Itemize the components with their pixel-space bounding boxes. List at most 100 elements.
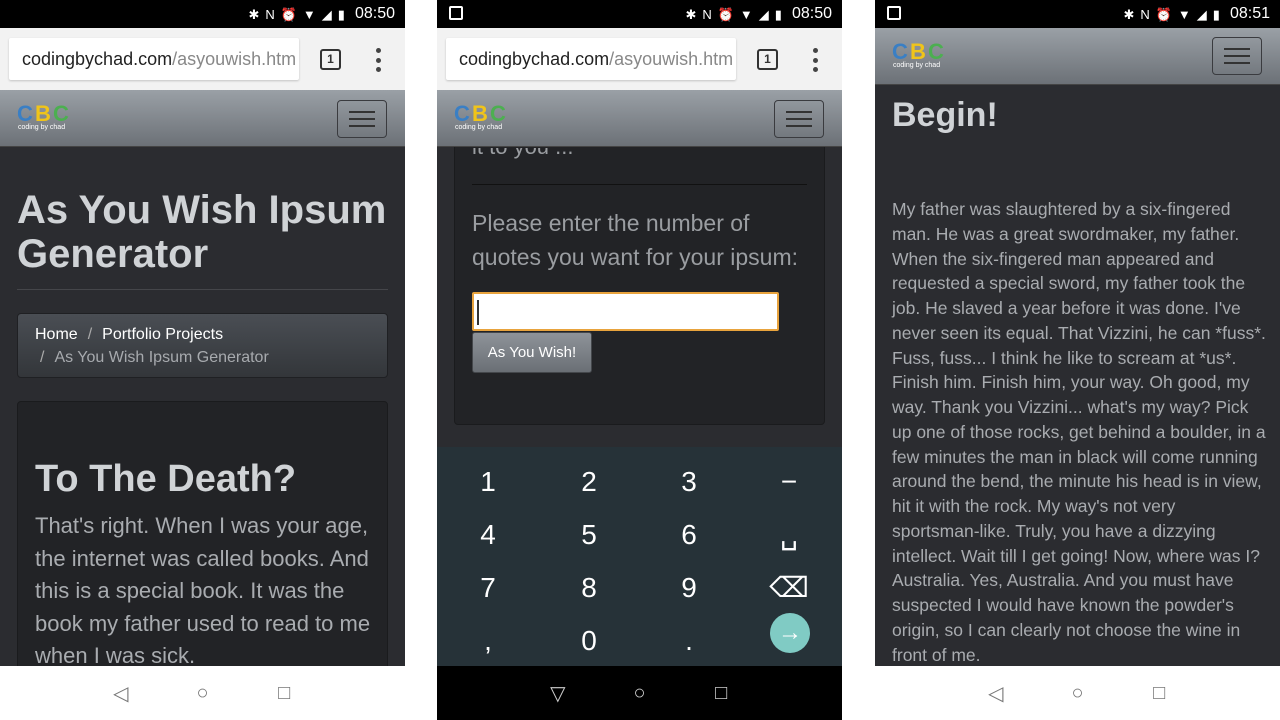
- card-heading: To The Death?: [35, 458, 297, 500]
- tab-switcher-button[interactable]: 1: [320, 49, 341, 70]
- site-navbar: C B C coding by chad: [0, 90, 405, 147]
- card-divider: [472, 184, 807, 185]
- logo-letter-b: B: [472, 101, 488, 126]
- quote-count-input[interactable]: [472, 292, 779, 331]
- as-you-wish-button[interactable]: As You Wish!: [472, 332, 592, 373]
- url-domain: codingbychad.com: [22, 49, 173, 69]
- backspace-key-icon[interactable]: ⌫: [739, 561, 839, 614]
- battery-icon: ▮: [337, 6, 345, 22]
- clock: 08:51: [1229, 5, 1270, 22]
- wifi-icon: ▼: [739, 6, 753, 22]
- key-1[interactable]: 1: [438, 455, 538, 508]
- key-5[interactable]: 5: [539, 508, 639, 561]
- url-domain: codingbychad.com: [459, 49, 610, 69]
- android-nav-bar: ◁ ○ □: [875, 666, 1280, 720]
- wifi-icon: ▼: [1177, 6, 1191, 22]
- logo-letter-b: B: [35, 101, 51, 126]
- site-logo[interactable]: C B C coding by chad: [892, 39, 952, 72]
- alarm-icon: ⏰: [280, 6, 297, 22]
- bluetooth-icon: ✱: [248, 6, 260, 22]
- logo-letter-c1: C: [892, 39, 908, 64]
- quote-count-prompt: Please enter the number of quotes you wa…: [472, 210, 798, 270]
- logo-letter-c2: C: [928, 39, 944, 64]
- logo-tagline: coding by chad: [893, 62, 941, 69]
- nfc-icon: N: [1140, 6, 1150, 22]
- key-period[interactable]: .: [639, 614, 739, 667]
- android-nav-bar: ◁ ○ □: [0, 666, 405, 720]
- status-bar: ✱ N ⏰ ▼ ◢ ▮ 08:50: [0, 0, 405, 28]
- hamburger-menu-button[interactable]: [774, 100, 824, 138]
- clock: 08:50: [354, 5, 395, 22]
- home-button[interactable]: ○: [624, 682, 654, 705]
- recents-button[interactable]: □: [706, 682, 736, 705]
- back-button[interactable]: ◁: [981, 681, 1011, 706]
- wifi-icon: ▼: [302, 6, 316, 22]
- logo-letter-b: B: [910, 39, 926, 64]
- alarm-icon: ⏰: [1155, 6, 1172, 22]
- result-heading: Begin!: [892, 96, 998, 134]
- recents-button[interactable]: □: [269, 682, 299, 705]
- site-logo[interactable]: C B C coding by chad: [17, 101, 77, 134]
- url-path: /asyouwish.htm: [609, 49, 734, 69]
- space-key-icon[interactable]: ␣: [739, 508, 839, 561]
- browser-toolbar: codingbychad.com/asyouwish.htm 1: [437, 28, 842, 90]
- key-8[interactable]: 8: [539, 561, 639, 614]
- key-4[interactable]: 4: [438, 508, 538, 561]
- divider: [17, 289, 388, 290]
- card-lead-text: That's right. When I was your age, the i…: [35, 513, 371, 668]
- signal-icon: ◢: [758, 6, 769, 22]
- key-comma[interactable]: ,: [438, 614, 538, 667]
- text-caret: [477, 300, 479, 325]
- logo-letter-c1: C: [454, 101, 470, 126]
- status-bar: ✱ N ⏰ ▼ ◢ ▮ 08:51: [875, 0, 1280, 28]
- tab-switcher-button[interactable]: 1: [757, 49, 778, 70]
- home-button[interactable]: ○: [187, 682, 217, 705]
- status-bar: ✱ N ⏰ ▼ ◢ ▮ 08:50: [437, 0, 842, 28]
- key-3[interactable]: 3: [639, 455, 739, 508]
- page-title: As You Wish Ipsum Generator: [17, 188, 387, 276]
- breadcrumb-current: As You Wish Ipsum Generator: [54, 349, 269, 366]
- browser-menu-icon[interactable]: [809, 48, 821, 72]
- logo-tagline: coding by chad: [455, 124, 503, 131]
- site-navbar: C B C coding by chad: [437, 90, 842, 147]
- image-notification-icon: [449, 6, 463, 20]
- hide-keyboard-button[interactable]: ▽: [543, 681, 573, 706]
- site-logo[interactable]: C B C coding by chad: [454, 101, 514, 134]
- back-button[interactable]: ◁: [106, 681, 136, 706]
- breadcrumb-home-link[interactable]: Home: [35, 326, 78, 343]
- signal-icon: ◢: [1196, 6, 1207, 22]
- image-notification-icon: [887, 6, 901, 20]
- logo-letter-c1: C: [17, 101, 33, 126]
- bluetooth-icon: ✱: [1123, 6, 1135, 22]
- screen-left: ✱ N ⏰ ▼ ◢ ▮ 08:50 codingbychad.com/asyou…: [0, 0, 405, 720]
- home-button[interactable]: ○: [1062, 682, 1092, 705]
- key-minus[interactable]: −: [739, 455, 839, 508]
- android-nav-bar: ▽ ○ □: [437, 666, 842, 720]
- key-0[interactable]: 0: [539, 614, 639, 667]
- hamburger-menu-button[interactable]: [337, 100, 387, 138]
- logo-letter-c2: C: [53, 101, 69, 126]
- nfc-icon: N: [702, 6, 712, 22]
- generated-ipsum-text: My father was slaughtered by a six-finge…: [892, 199, 1266, 665]
- browser-menu-icon[interactable]: [372, 48, 384, 72]
- key-9[interactable]: 9: [639, 561, 739, 614]
- hamburger-menu-button[interactable]: [1212, 37, 1262, 75]
- clock: 08:50: [791, 5, 832, 22]
- logo-letter-c2: C: [490, 101, 506, 126]
- url-field[interactable]: codingbychad.com/asyouwish.htm: [9, 38, 299, 80]
- recents-button[interactable]: □: [1144, 682, 1174, 705]
- battery-icon: ▮: [774, 6, 782, 22]
- logo-tagline: coding by chad: [18, 124, 66, 131]
- url-field[interactable]: codingbychad.com/asyouwish.htm: [446, 38, 736, 80]
- key-2[interactable]: 2: [539, 455, 639, 508]
- enter-key-icon[interactable]: →: [770, 613, 810, 653]
- key-6[interactable]: 6: [639, 508, 739, 561]
- signal-icon: ◢: [321, 6, 332, 22]
- battery-icon: ▮: [1212, 6, 1220, 22]
- key-7[interactable]: 7: [438, 561, 538, 614]
- nfc-icon: N: [265, 6, 275, 22]
- breadcrumb: Home / Portfolio Projects / As You Wish Ips…: [17, 313, 388, 378]
- bluetooth-icon: ✱: [685, 6, 697, 22]
- alarm-icon: ⏰: [717, 6, 734, 22]
- breadcrumb-portfolio-link[interactable]: Portfolio Projects: [102, 326, 223, 343]
